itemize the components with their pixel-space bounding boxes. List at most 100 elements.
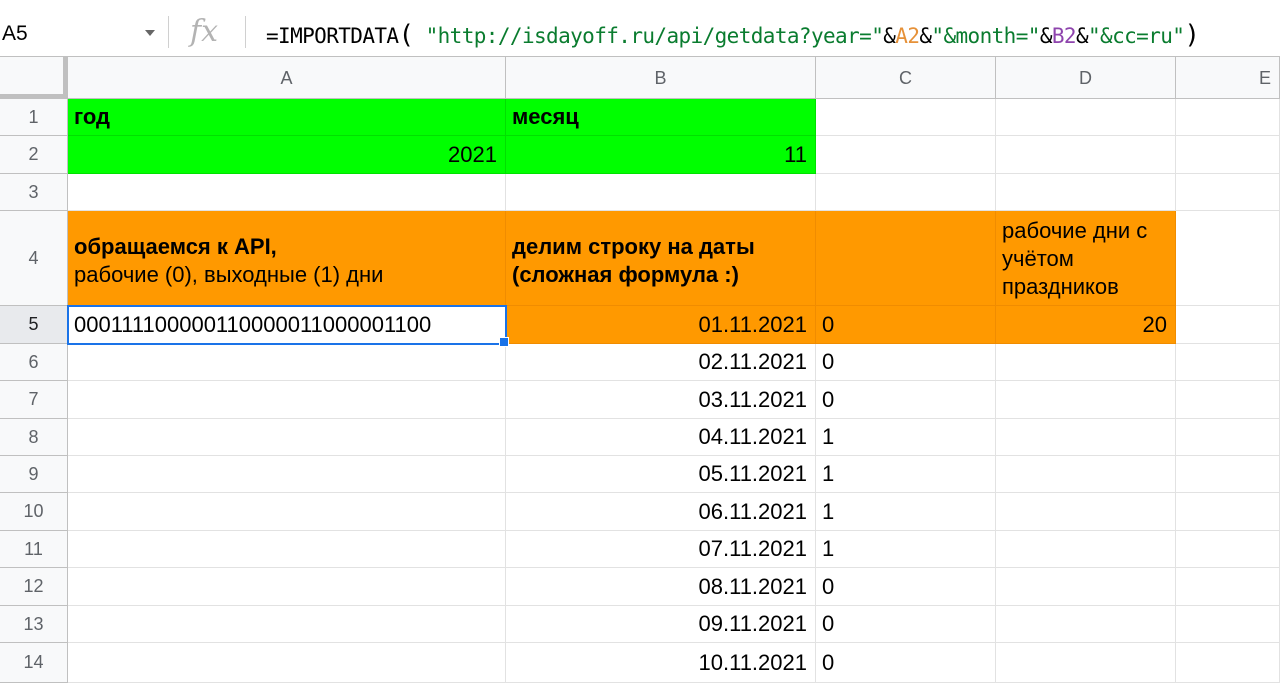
cell-b9[interactable]: 05.11.2021	[506, 456, 816, 493]
cell-c7[interactable]: 0	[816, 381, 996, 419]
cell-c11[interactable]: 1	[816, 531, 996, 568]
cell-d8[interactable]	[996, 419, 1176, 456]
cell-b1[interactable]: месяц	[506, 99, 816, 136]
cell-c13[interactable]: 0	[816, 606, 996, 643]
cell-a11[interactable]	[68, 531, 506, 568]
column-header-c[interactable]: C	[816, 57, 996, 99]
cell-e2[interactable]	[1176, 136, 1280, 174]
cell-a13[interactable]	[68, 606, 506, 643]
cell-c9[interactable]: 1	[816, 456, 996, 493]
cell-a6[interactable]	[68, 344, 506, 381]
cell-b4-line2: (сложная формула :)	[512, 262, 739, 287]
cell-c14[interactable]: 0	[816, 643, 996, 683]
cell-b14[interactable]: 10.11.2021	[506, 643, 816, 683]
cell-d1[interactable]	[996, 99, 1176, 136]
cell-d3[interactable]	[996, 174, 1176, 211]
cell-d13[interactable]	[996, 606, 1176, 643]
formula-input[interactable]: =IMPORTDATA( "http://isdayoff.ru/api/get…	[266, 18, 1200, 53]
cell-a8[interactable]	[68, 419, 506, 456]
cell-a4[interactable]: обращаемся к API, рабочие (0), выходные …	[68, 211, 506, 306]
formula-ref-b2: B2	[1051, 24, 1077, 48]
divider	[245, 16, 246, 48]
cell-c8[interactable]: 1	[816, 419, 996, 456]
cell-d10[interactable]	[996, 493, 1176, 531]
cell-d14[interactable]	[996, 643, 1176, 683]
row-header-8[interactable]: 8	[0, 419, 68, 456]
cell-c6[interactable]: 0	[816, 344, 996, 381]
cell-a4-line2: рабочие (0), выходные (1) дни	[74, 262, 384, 287]
cell-d11[interactable]	[996, 531, 1176, 568]
row-header-12[interactable]: 12	[0, 568, 68, 606]
cell-e3[interactable]	[1176, 174, 1280, 211]
cell-e12[interactable]	[1176, 568, 1280, 606]
cell-b4-text: делим строку на даты (сложная формула :)	[512, 233, 755, 289]
cell-e9[interactable]	[1176, 456, 1280, 493]
row-header-7[interactable]: 7	[0, 381, 68, 419]
cell-a1[interactable]: год	[68, 99, 506, 136]
formula-bar: A5 fx =IMPORTDATA( "http://isdayoff.ru/a…	[0, 0, 1280, 57]
row-header-5[interactable]: 5	[0, 306, 68, 344]
cell-e11[interactable]	[1176, 531, 1280, 568]
cell-b6[interactable]: 02.11.2021	[506, 344, 816, 381]
row-header-9[interactable]: 9	[0, 456, 68, 493]
cell-a3[interactable]	[68, 174, 506, 211]
column-header-b[interactable]: B	[506, 57, 816, 99]
cell-e14[interactable]	[1176, 643, 1280, 683]
cell-e13[interactable]	[1176, 606, 1280, 643]
cell-c12[interactable]: 0	[816, 568, 996, 606]
cell-c2[interactable]	[816, 136, 996, 174]
row-header-14[interactable]: 14	[0, 643, 68, 683]
cell-d12[interactable]	[996, 568, 1176, 606]
row-header-1[interactable]: 1	[0, 99, 68, 136]
cell-b8[interactable]: 04.11.2021	[506, 419, 816, 456]
cell-a14[interactable]	[68, 643, 506, 683]
cell-b4[interactable]: делим строку на даты (сложная формула :)	[506, 211, 816, 306]
fill-handle[interactable]	[499, 337, 509, 347]
row-header-2[interactable]: 2	[0, 136, 68, 174]
cell-c4[interactable]	[816, 211, 996, 306]
cell-e6[interactable]	[1176, 344, 1280, 381]
column-header-a[interactable]: A	[68, 57, 506, 99]
cell-a2[interactable]: 2021	[68, 136, 506, 174]
row-header-3[interactable]: 3	[0, 174, 68, 211]
cell-e7[interactable]	[1176, 381, 1280, 419]
cell-b7[interactable]: 03.11.2021	[506, 381, 816, 419]
cell-c3[interactable]	[816, 174, 996, 211]
cell-c5[interactable]: 0	[816, 306, 996, 344]
column-header-e[interactable]: E	[1176, 57, 1280, 99]
cell-d4[interactable]: рабочие дни с учётом праздников	[996, 211, 1176, 306]
cell-c1[interactable]	[816, 99, 996, 136]
name-box-value[interactable]: A5	[2, 20, 28, 48]
cell-b13[interactable]: 09.11.2021	[506, 606, 816, 643]
cell-e8[interactable]	[1176, 419, 1280, 456]
row-header-10[interactable]: 10	[0, 493, 68, 531]
cell-d6[interactable]	[996, 344, 1176, 381]
cell-d9[interactable]	[996, 456, 1176, 493]
cell-e5[interactable]	[1176, 306, 1280, 344]
cell-b11[interactable]: 07.11.2021	[506, 531, 816, 568]
cell-d5[interactable]: 20	[996, 306, 1176, 344]
row-header-4[interactable]: 4	[0, 211, 68, 306]
select-all-corner[interactable]	[0, 57, 68, 99]
cell-a10[interactable]	[68, 493, 506, 531]
chevron-down-icon[interactable]	[145, 30, 155, 36]
cell-a9[interactable]	[68, 456, 506, 493]
cell-b12[interactable]: 08.11.2021	[506, 568, 816, 606]
cell-e4[interactable]	[1176, 211, 1280, 306]
cell-d2[interactable]	[996, 136, 1176, 174]
cell-a7[interactable]	[68, 381, 506, 419]
cell-e10[interactable]	[1176, 493, 1280, 531]
cell-b5[interactable]: 01.11.2021	[506, 306, 816, 344]
cell-b3[interactable]	[506, 174, 816, 211]
cell-b10[interactable]: 06.11.2021	[506, 493, 816, 531]
name-box[interactable]: A5	[0, 14, 165, 45]
cell-c10[interactable]: 1	[816, 493, 996, 531]
cell-b2[interactable]: 11	[506, 136, 816, 174]
cell-a12[interactable]	[68, 568, 506, 606]
cell-d7[interactable]	[996, 381, 1176, 419]
row-header-6[interactable]: 6	[0, 344, 68, 381]
column-header-d[interactable]: D	[996, 57, 1176, 99]
row-header-13[interactable]: 13	[0, 606, 68, 643]
cell-e1[interactable]	[1176, 99, 1280, 136]
row-header-11[interactable]: 11	[0, 531, 68, 568]
